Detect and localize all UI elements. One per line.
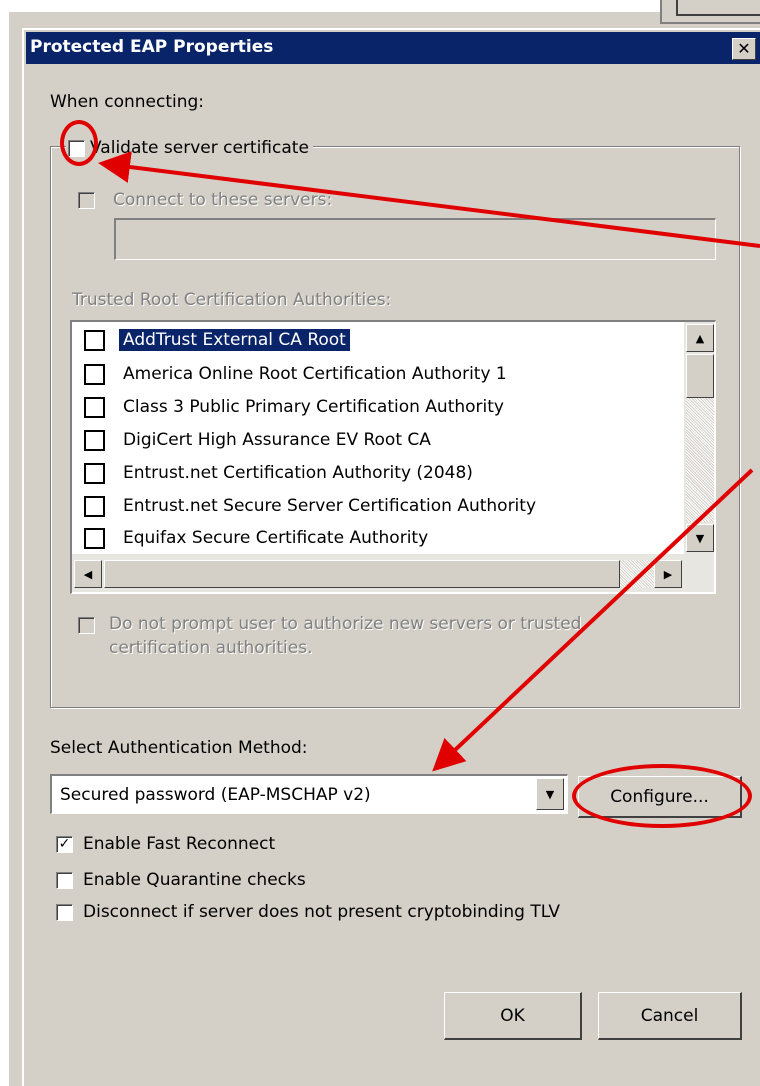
annotation-arrow-validate	[98, 151, 760, 248]
annotation-arrow-auth-method	[432, 468, 754, 772]
annotation-arrows	[98, 151, 760, 772]
